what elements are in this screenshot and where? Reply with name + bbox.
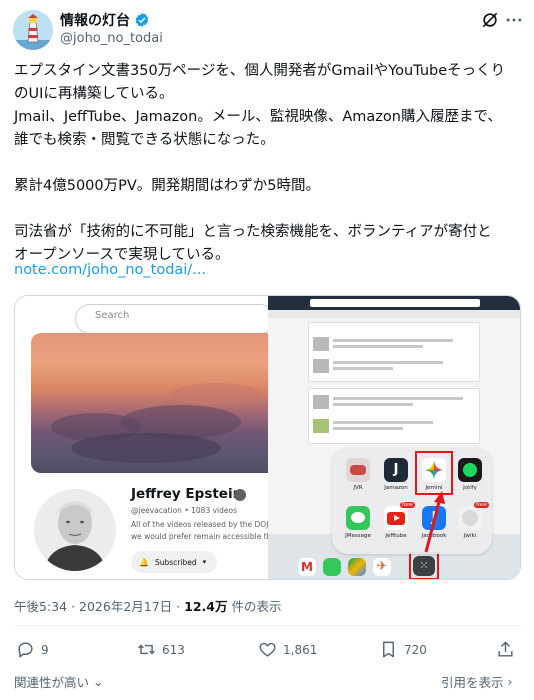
reply-icon: [18, 642, 33, 658]
view-count: 12.4万: [184, 599, 228, 614]
jefftube-screenshot: Search Jeffrey Epstein @jeevacation • 10…: [15, 296, 284, 579]
display-name-text[interactable]: 情報の灯台: [60, 10, 130, 30]
chevron-down-icon: ▾: [202, 558, 207, 566]
bell-icon: 🔔: [139, 557, 149, 567]
bookmark-button[interactable]: 720: [379, 640, 427, 659]
reply-count: 9: [41, 642, 49, 657]
channel-description: we would prefer remain accessible throu: [131, 532, 284, 541]
bookmark-icon: [383, 641, 394, 658]
display-name[interactable]: 情報の灯台: [60, 10, 150, 30]
note-link[interactable]: note.com/joho_no_todai/...: [14, 262, 206, 278]
tweet-line: 誰でも検索・閲覧できる状態になった。: [14, 132, 275, 148]
view-quotes-link[interactable]: 引用を表示 ›: [441, 672, 513, 691]
repost-icon: [138, 644, 155, 655]
subscribed-button: 🔔 Subscribed ▾: [131, 551, 217, 573]
tweet-line: エプスタイン文書350万ページを、個人開発者がGmailやYouTubeそっくり: [14, 63, 506, 79]
handle[interactable]: @joho_no_todai: [60, 31, 163, 46]
media-image[interactable]: Search Jeffrey Epstein @jeevacation • 10…: [14, 295, 521, 580]
tweet-time[interactable]: 午後5:34: [14, 599, 67, 614]
channel-avatar: [31, 486, 119, 574]
bookmark-count: 720: [404, 642, 427, 657]
subscribed-label: Subscribed: [154, 557, 197, 567]
tweet-header: 情報の灯台 @joho_no_todai: [0, 0, 534, 58]
sort-relevance-dropdown[interactable]: 関連性が高い ⌄: [14, 672, 104, 691]
relevance-label: 関連性が高い: [14, 675, 90, 690]
avatar[interactable]: [13, 10, 53, 50]
jamazon-screenshot: M ✈ ⁙ JVR J Jamazon Jemini Jotify JMessa…: [268, 296, 520, 579]
channel-meta: @jeevacation • 1083 videos: [131, 506, 237, 515]
highlight-arrow: [424, 491, 445, 553]
reply-button[interactable]: 9: [16, 640, 49, 659]
chevron-down-icon: ⌄: [93, 674, 104, 689]
like-button[interactable]: 1,861: [258, 640, 317, 659]
heart-icon: [259, 642, 276, 657]
tweet-timestamp[interactable]: 午後5:34 · 2026年2月17日 · 12.4万 件の表示: [14, 596, 281, 615]
search-placeholder: Search: [95, 310, 130, 321]
repost-count: 613: [162, 642, 185, 657]
chevron-right-icon: ›: [507, 674, 513, 689]
tweet-text: エプスタイン文書350万ページを、個人開発者がGmailやYouTubeそっくり…: [14, 60, 524, 267]
more-options-icon[interactable]: [504, 10, 524, 30]
channel-description: All of the videos released by the DOJ fr…: [131, 520, 281, 529]
divider: [14, 625, 521, 626]
action-bar: 9 613 1,861 720: [0, 640, 534, 664]
view-suffix: 件の表示: [231, 599, 282, 614]
channel-banner: [31, 333, 268, 473]
repost-button[interactable]: 613: [137, 640, 185, 659]
tweet-line: Jmail、JeffTube、Jamazon。メール、監視映像、Amazon購入…: [14, 109, 502, 125]
tweet-line: のUIに再構築している。: [14, 86, 174, 102]
quotes-label: 引用を表示: [441, 675, 504, 690]
like-count: 1,861: [283, 642, 318, 657]
tweet-date[interactable]: 2026年2月17日: [79, 599, 172, 614]
channel-name: Jeffrey Epstein: [131, 486, 243, 502]
share-button[interactable]: [496, 640, 515, 659]
share-icon: [498, 641, 513, 657]
tweet-line: 司法省が「技術的に不可能」と言った検索機能を、ボランティアが寄付と: [14, 224, 492, 240]
tweet-line: 累計4億5000万PV。開発期間はわずか5時間。: [14, 178, 321, 194]
verified-badge-icon: [135, 13, 149, 27]
grok-icon[interactable]: [480, 10, 500, 30]
channel-verified-icon: [234, 489, 246, 501]
